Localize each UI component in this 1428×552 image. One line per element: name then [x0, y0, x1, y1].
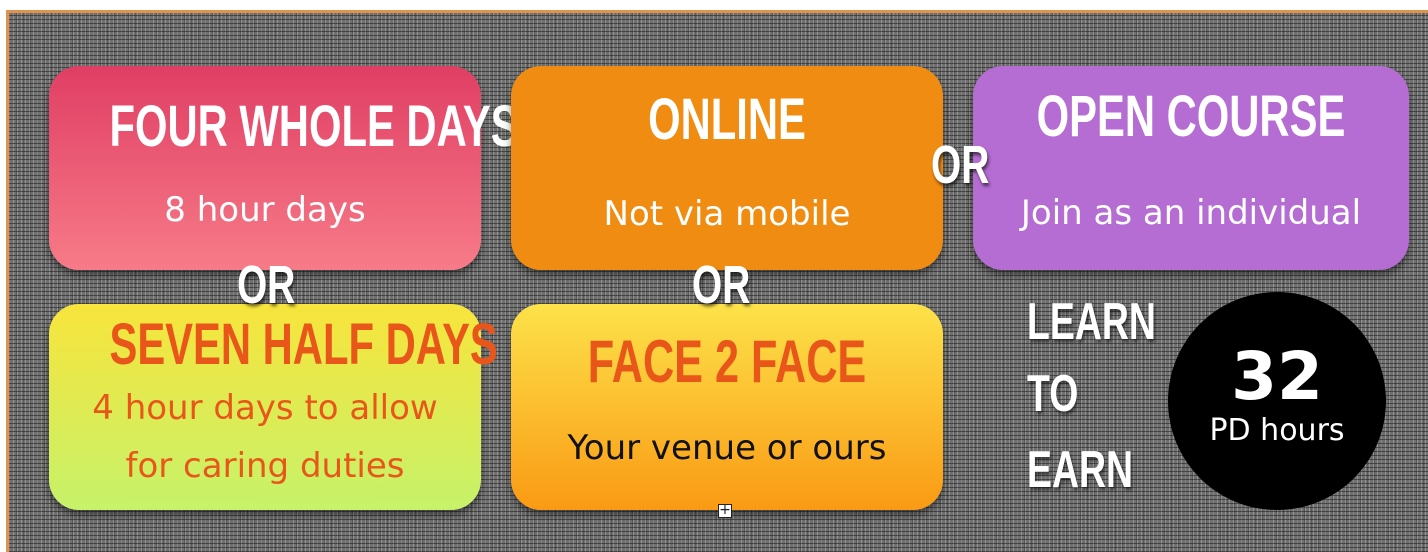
card-open-course[interactable]: OPEN COURSE Join as an individual [973, 66, 1409, 270]
card-seven-half-days[interactable]: SEVEN HALF DAYS 4 hour days to allow for… [49, 304, 498, 510]
card-four-whole-days[interactable]: FOUR WHOLE DAYS 8 hour days [49, 66, 519, 270]
card-title: ONLINE [648, 87, 806, 152]
card-title: OPEN COURSE [1036, 84, 1346, 149]
card-title: FOUR WHOLE DAYS [109, 94, 519, 159]
card-title: SEVEN HALF DAYS [109, 312, 498, 377]
card-subtitle: 8 hour days [164, 190, 366, 230]
pd-hours-label: PD hours [1209, 413, 1345, 448]
or-label-right: OR [931, 135, 990, 195]
card-face-2-face[interactable]: FACE 2 FACE Your venue or ours [511, 304, 943, 510]
card-online[interactable]: ONLINE Not via mobile [511, 66, 943, 270]
or-label-middle: OR [692, 255, 751, 315]
card-subtitle: Your venue or ours [567, 428, 887, 468]
learn-text: LEARN [1027, 293, 1156, 351]
or-label-left: OR [237, 255, 296, 315]
earn-text: EARN [1027, 441, 1134, 499]
card-title: FACE 2 FACE [587, 328, 867, 395]
pd-hours-number: 32 [1231, 338, 1323, 415]
to-text: TO [1027, 365, 1079, 423]
card-subtitle-line-1: 4 hour days to allow [92, 388, 438, 428]
plus-square-icon[interactable]: + [718, 503, 732, 518]
card-subtitle: Join as an individual [1020, 193, 1362, 233]
card-subtitle-line-2: for caring duties [125, 446, 405, 486]
pd-hours-badge: 32 PD hours [1168, 292, 1386, 510]
card-subtitle: Not via mobile [603, 194, 851, 234]
